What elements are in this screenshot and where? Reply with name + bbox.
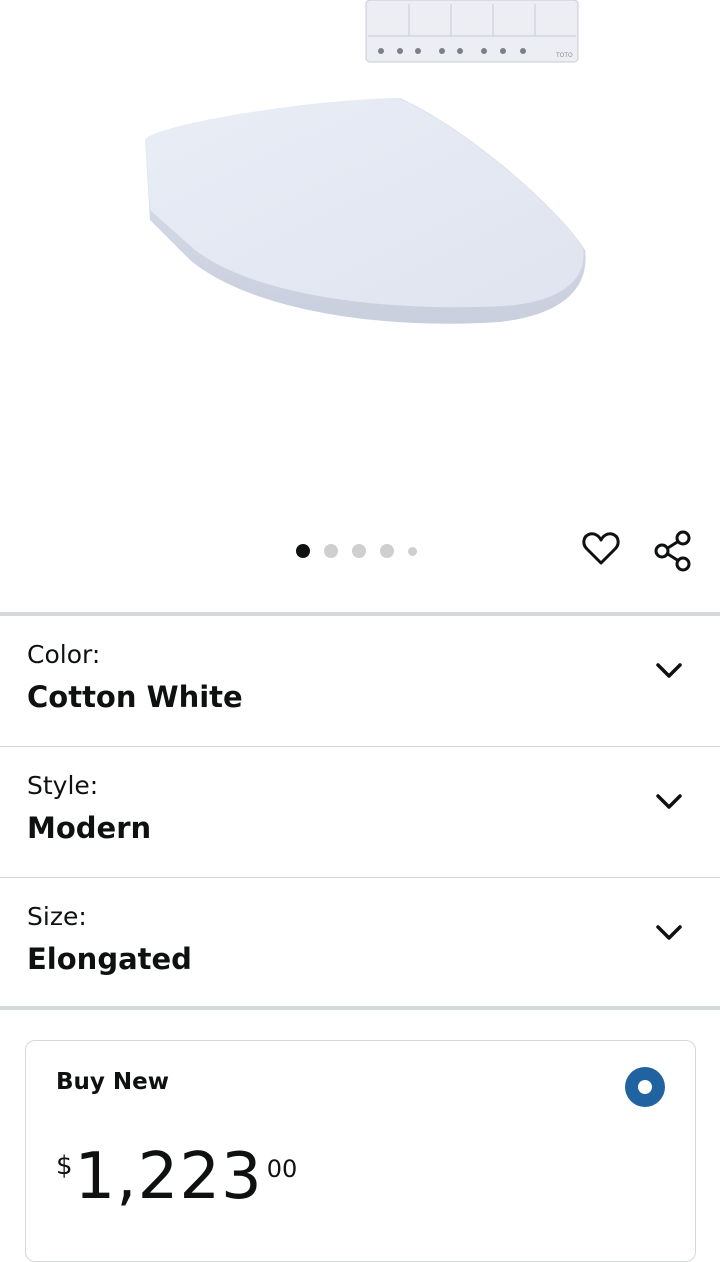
product-image-gallery[interactable]: TOTO <box>0 0 720 612</box>
size-value: Elongated <box>27 942 192 976</box>
price-fraction: 00 <box>266 1155 298 1183</box>
carousel-indicator[interactable] <box>296 544 431 558</box>
carousel-dot-active[interactable] <box>296 544 310 558</box>
chevron-down-icon[interactable] <box>654 660 684 680</box>
carousel-dot[interactable] <box>324 544 338 558</box>
color-label: Color: <box>27 640 101 669</box>
buy-new-title: Buy New <box>56 1069 170 1095</box>
color-selector[interactable]: Color: Cotton White <box>0 616 720 747</box>
remote-control-image: TOTO <box>365 0 579 63</box>
buy-new-radio-button[interactable] <box>625 1067 665 1107</box>
carousel-dot[interactable] <box>408 546 417 556</box>
price-currency-symbol: $ <box>56 1151 73 1181</box>
price-whole: 1,223 <box>74 1140 263 1214</box>
price: $ 1,223 00 <box>56 1137 297 1217</box>
chevron-down-icon[interactable] <box>654 922 684 942</box>
style-label: Style: <box>27 771 99 800</box>
heart-icon <box>582 532 620 565</box>
chevron-down-icon[interactable] <box>654 791 684 811</box>
size-selector[interactable]: Size: Elongated <box>0 878 720 1008</box>
wishlist-button[interactable] <box>582 530 626 574</box>
size-label: Size: <box>27 902 87 931</box>
share-icon <box>654 530 691 572</box>
style-value: Modern <box>27 811 152 845</box>
remote-brand-text: TOTO <box>555 52 573 59</box>
color-value: Cotton White <box>27 680 243 714</box>
carousel-dot[interactable] <box>352 544 366 558</box>
product-image[interactable]: TOTO <box>0 0 720 612</box>
carousel-dot[interactable] <box>380 544 394 558</box>
toilet-seat-image <box>145 98 586 324</box>
buy-new-card[interactable]: Buy New $ 1,223 00 <box>25 1040 696 1262</box>
style-selector[interactable]: Style: Modern <box>0 747 720 878</box>
share-button[interactable] <box>653 530 697 574</box>
section-divider <box>0 1006 720 1010</box>
